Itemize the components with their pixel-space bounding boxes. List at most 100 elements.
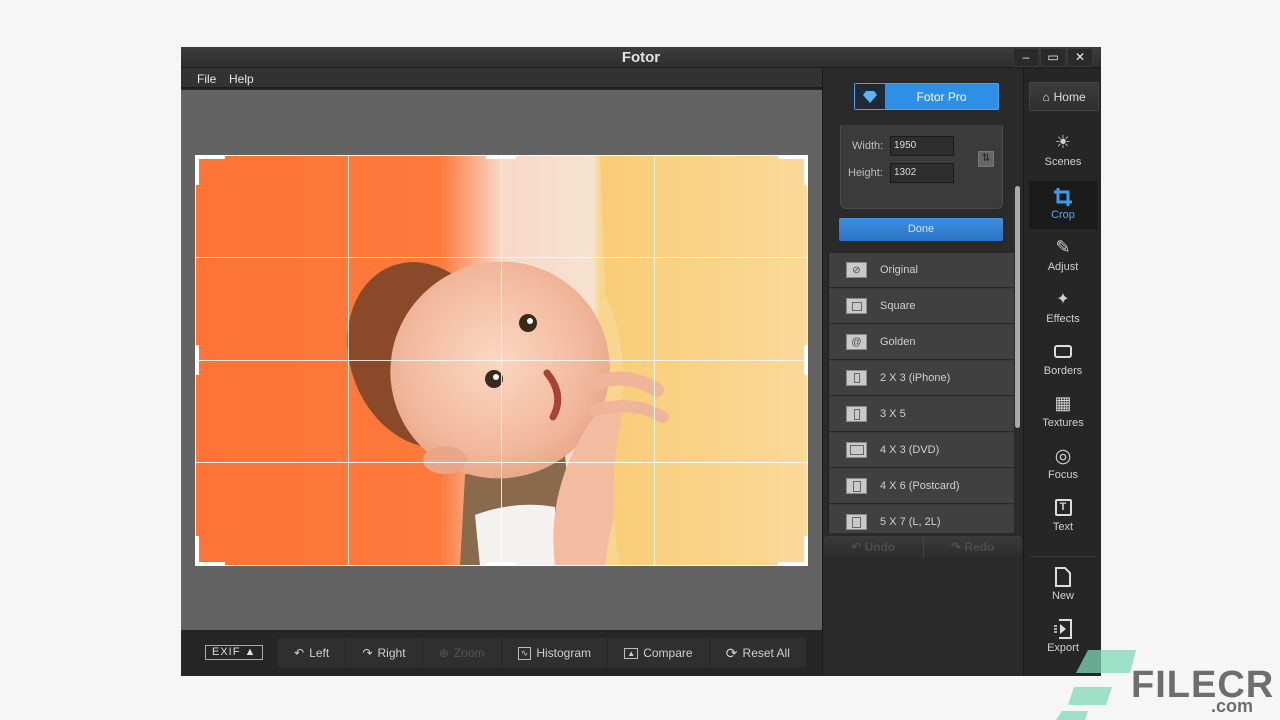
ratio-item-3x5[interactable]: 3 X 5 — [829, 397, 1014, 432]
menu-help[interactable]: Help — [229, 72, 254, 86]
ratio-item-4x3[interactable]: 4 X 3 (DVD) — [829, 433, 1014, 468]
reset-all-label: Reset All — [742, 646, 790, 660]
ratio-label: 5 X 7 (L, 2L) — [880, 516, 941, 528]
diamond-icon — [855, 84, 885, 109]
fotor-pro-label: Fotor Pro — [916, 90, 967, 104]
text-icon: T — [1029, 497, 1097, 521]
ratio-item-5x7[interactable]: 5 X 7 (L, 2L) — [829, 505, 1014, 533]
swap-icon: ⇅ — [981, 153, 991, 164]
width-label: Width: — [852, 140, 884, 152]
crop-handle-bottom[interactable] — [486, 562, 516, 566]
nav-focus[interactable]: ◎ Focus — [1029, 441, 1097, 489]
histogram-icon: ∿ — [517, 646, 532, 660]
crop-handle-top[interactable] — [486, 155, 516, 159]
ratio-list-scrollbar[interactable] — [1015, 186, 1020, 428]
filecr-watermark: FILECR .com — [1054, 649, 1280, 720]
canvas-area — [181, 90, 822, 630]
compare-button[interactable]: ▲ Compare — [608, 638, 710, 668]
ratio-label: Square — [880, 300, 916, 312]
landscape-ratio-icon — [846, 442, 867, 458]
undo-redo-bar: ↶ Undo ↷ Redo — [824, 536, 1022, 558]
close-button[interactable]: ✕ — [1067, 48, 1093, 67]
nav-adjust[interactable]: ✎ Adjust — [1029, 233, 1097, 281]
rotate-right-button[interactable]: ↷ Right — [346, 638, 423, 668]
nav-text[interactable]: T Text — [1029, 493, 1097, 541]
photo-preview[interactable] — [195, 155, 808, 566]
ratio-list: ⊘ Original Square @ Golden 2 X 3 (iPhone… — [828, 253, 1014, 533]
zoom-button[interactable]: ⊕ Zoom — [423, 638, 502, 668]
crop-handle-top-right[interactable] — [778, 155, 808, 185]
width-input[interactable]: 1950 — [890, 136, 954, 156]
pencil-icon: ✎ — [1055, 237, 1071, 257]
nav-label: Crop — [1051, 209, 1075, 221]
dimensions-box: Width: 1950 Height: 1302 ⇅ — [840, 125, 1003, 209]
rotate-right-label: Right — [377, 646, 406, 660]
ratio-item-4x6[interactable]: 4 X 6 (Postcard) — [829, 469, 1014, 504]
square-icon — [846, 298, 867, 314]
rotate-left-label: Left — [309, 646, 330, 660]
nav-new[interactable]: New — [1029, 562, 1097, 610]
ratio-label: Original — [880, 264, 918, 276]
portrait-ratio-icon — [846, 370, 867, 386]
exif-button[interactable]: EXIF ▲ — [205, 645, 264, 660]
crop-icon — [1029, 185, 1097, 209]
crop-handle-top-left[interactable] — [195, 155, 225, 185]
ratio-label: 2 X 3 (iPhone) — [880, 372, 951, 384]
sun-icon: ☀ — [1054, 132, 1072, 152]
menu-file[interactable]: File — [197, 72, 216, 86]
ratio-item-golden[interactable]: @ Golden — [829, 325, 1014, 360]
crop-handle-bottom-right[interactable] — [778, 536, 808, 566]
rotate-left-button[interactable]: ↶ Left — [278, 638, 347, 668]
ratio-label: 4 X 3 (DVD) — [880, 444, 940, 456]
fotor-pro-button[interactable]: Fotor Pro — [854, 83, 999, 110]
undo-button[interactable]: ↶ Undo — [824, 536, 924, 558]
histogram-button[interactable]: ∿ Histogram — [502, 638, 609, 668]
bottom-toolbar: EXIF ▲ ↶ Left ↷ Right ⊕ Zoom ∿ Histogram… — [181, 630, 822, 676]
reset-all-button[interactable]: ⟳ Reset All — [710, 638, 806, 668]
crop-handle-right[interactable] — [804, 345, 808, 375]
histogram-label: Histogram — [536, 646, 592, 660]
nav-label: Text — [1052, 521, 1074, 533]
ratio-label: Golden — [880, 336, 916, 348]
ratio-item-square[interactable]: Square — [829, 289, 1014, 324]
crop-panel: Fotor Pro Width: 1950 Height: 1302 ⇅ Don… — [822, 68, 1023, 676]
height-label: Height: — [848, 167, 883, 179]
nav-divider — [1030, 556, 1096, 558]
ratio-label: 3 X 5 — [880, 408, 906, 420]
nav-label: Effects — [1046, 313, 1080, 325]
portrait-ratio-icon — [846, 478, 867, 494]
no-ratio-icon: ⊘ — [846, 262, 867, 278]
maximize-button[interactable]: ▭ — [1040, 48, 1066, 67]
portrait-ratio-icon — [846, 406, 867, 422]
nav-crop[interactable]: Crop — [1029, 181, 1097, 229]
done-button[interactable]: Done — [839, 218, 1003, 241]
portrait-ratio-icon — [846, 514, 867, 530]
crop-handle-left[interactable] — [195, 345, 199, 375]
crop-frame[interactable] — [195, 155, 808, 566]
crop-handle-bottom-left[interactable] — [195, 536, 225, 566]
height-input[interactable]: 1302 — [890, 163, 954, 183]
golden-spiral-icon: @ — [846, 334, 867, 350]
nav-label: Focus — [1048, 469, 1078, 481]
nav-scenes[interactable]: ☀ Scenes — [1029, 128, 1097, 176]
nav-textures[interactable]: ▦ Textures — [1029, 389, 1097, 437]
home-button[interactable]: ⌂ Home — [1029, 82, 1099, 111]
minimize-button[interactable]: – — [1013, 48, 1039, 67]
fotor-window: Fotor – ▭ ✕ File Help EXIF ▲ ↶ Left ↷ Ri… — [181, 47, 1101, 676]
title-bar[interactable]: Fotor – ▭ ✕ — [181, 47, 1101, 68]
home-label: Home — [1053, 89, 1086, 104]
watermark-suffix: .com — [1211, 696, 1254, 716]
ratio-item-original[interactable]: ⊘ Original — [829, 253, 1014, 288]
tool-strip: ↶ Left ↷ Right ⊕ Zoom ∿ Histogram ▲ Comp… — [278, 638, 806, 668]
border-icon — [1029, 341, 1097, 365]
ratio-item-2x3[interactable]: 2 X 3 (iPhone) — [829, 361, 1014, 396]
nav-label: Scenes — [1044, 156, 1082, 168]
rotate-right-icon: ↷ — [362, 646, 373, 660]
nav-effects[interactable]: ✦ Effects — [1029, 285, 1097, 333]
reset-icon: ⟳ — [725, 644, 738, 661]
swap-dimensions-button[interactable]: ⇅ — [978, 151, 994, 167]
redo-button[interactable]: ↷ Redo — [924, 536, 1023, 558]
nav-borders[interactable]: Borders — [1029, 337, 1097, 385]
rotate-left-icon: ↶ — [294, 646, 305, 660]
ratio-label: 4 X 6 (Postcard) — [880, 480, 960, 492]
